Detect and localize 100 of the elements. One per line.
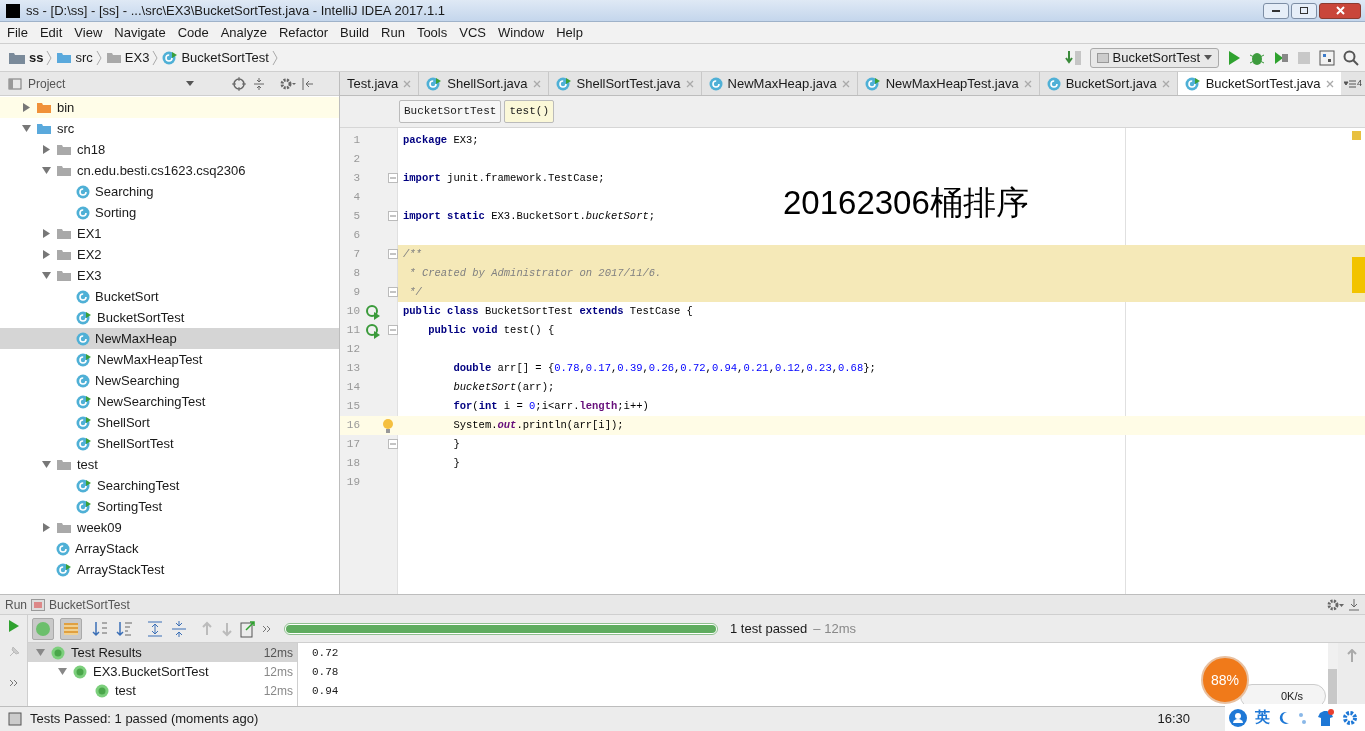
tree-item[interactable]: ShellSort [0,412,339,433]
close-button[interactable] [1319,2,1361,19]
tree-item[interactable]: ShellSortTest [0,433,339,454]
project-structure-icon[interactable] [1319,49,1335,66]
build-icon[interactable] [1063,48,1082,67]
line-number: 8 [352,266,360,282]
tree-item[interactable]: Searching [0,181,339,202]
menu-item[interactable]: Run [375,22,411,43]
moon-icon[interactable] [1278,710,1290,725]
rerun-icon[interactable] [7,619,20,633]
tree-item[interactable]: NewSearchingTest [0,391,339,412]
test-result-item[interactable]: test 12ms [28,681,297,700]
show-passed-toggle[interactable] [32,617,54,640]
menu-item[interactable]: Analyze [214,22,273,43]
dropdown-caret-icon[interactable] [186,81,195,86]
menu-item[interactable]: Navigate [108,22,172,43]
tree-item[interactable]: SearchingTest [0,475,339,496]
tree-item[interactable]: ArrayStack [0,538,339,559]
package-folder-icon [56,269,72,282]
code-line: } [452,436,460,452]
close-icon [1325,79,1334,88]
code-line: double arr[] = {0.78,0.17,0.39,0.26,0.72,0.94,0.21,0.12,0.23,0.68}; [452,360,876,376]
run-icon[interactable] [1227,49,1241,66]
settings-icon[interactable] [1326,597,1344,612]
show-ignored-toggle[interactable] [60,617,82,640]
breadcrumb[interactable]: BucketSortTest [399,100,502,123]
settings-icon[interactable] [1342,709,1358,726]
tree-item[interactable]: BucketSort [0,286,339,307]
chevron-icon [46,49,53,66]
breadcrumb[interactable]: src [75,47,93,68]
breadcrumb[interactable]: test() [504,100,555,123]
breadcrumb[interactable]: ss [29,47,44,68]
restore-button[interactable] [1291,2,1317,19]
settings-icon[interactable] [280,76,297,91]
sort-alpha-icon[interactable] [92,619,110,638]
list-icon [1344,79,1356,88]
more-icon[interactable] [262,624,272,633]
menu-item[interactable]: Help [550,22,589,43]
close-icon [1023,79,1032,88]
tab-overflow-button[interactable]: 4 [1341,72,1365,95]
menu-item[interactable]: Build [334,22,375,43]
export-icon[interactable] [240,619,256,638]
tree-item[interactable]: EX2 [0,244,339,265]
test-class-icon [555,76,572,91]
coverage-icon[interactable] [1273,49,1289,66]
hide-panel-icon[interactable] [1348,597,1360,612]
menu-item[interactable]: Tools [410,22,454,43]
test-class-icon [76,499,92,514]
tree-item[interactable]: EX1 [0,223,339,244]
user-icon[interactable] [1229,708,1247,727]
menu-item[interactable]: Edit [33,22,69,43]
menu-item[interactable]: VCS [453,22,492,43]
test-result-item[interactable]: Test Results 12ms [28,643,297,662]
tree-item[interactable]: NewMaxHeap [0,328,339,349]
test-result-item[interactable]: EX3.BucketSortTest 12ms [28,662,297,681]
breadcrumb[interactable]: EX3 [124,47,150,68]
locate-icon[interactable] [232,76,247,91]
tree-item[interactable]: NewMaxHeapTest [0,349,339,370]
run-configuration-dropdown[interactable]: BucketSortTest [1089,47,1219,68]
collapse-icon[interactable] [252,76,267,91]
menu-item[interactable]: File [1,22,34,43]
run-tab-label[interactable]: BucketSortTest [49,595,130,614]
tree-item[interactable]: test [0,454,339,475]
test-class-icon [162,50,179,65]
tree-item[interactable]: EX3 [0,265,339,286]
code-line: } [452,455,460,471]
tree-item[interactable]: Sorting [0,202,339,223]
shirt-icon[interactable] [1316,708,1334,727]
tree-item[interactable]: cn.edu.besti.cs1623.csq2306 [0,160,339,181]
menu-item[interactable]: Window [491,22,551,43]
breadcrumb[interactable]: BucketSortTest [181,47,269,68]
run-gutter-icon [365,322,381,339]
minimize-button[interactable] [1263,2,1289,19]
editor-tab[interactable]: BucketSortTest.java [1177,72,1341,95]
code-line: package EX3; [403,132,479,148]
panel-title[interactable]: Run [5,595,27,614]
tree-item[interactable]: src [0,118,339,139]
tree-item[interactable]: bin [0,97,339,118]
menu-item[interactable]: Code [171,22,215,43]
collapse-all-icon[interactable] [170,619,188,638]
scrollbar-thumb[interactable] [1328,669,1337,704]
more-icon[interactable] [8,679,19,687]
sort-duration-icon[interactable] [116,619,134,638]
search-icon[interactable] [1343,49,1359,66]
close-icon [532,79,541,88]
tree-item[interactable]: NewSearching [0,370,339,391]
menu-item[interactable]: View [68,22,109,43]
tree-item[interactable]: SortingTest [0,496,339,517]
expand-all-icon[interactable] [146,619,164,638]
tree-item[interactable]: BucketSortTest [0,307,339,328]
tree-item[interactable]: week09 [0,517,339,538]
hide-panel-icon[interactable] [302,76,315,91]
input-method-indicator[interactable]: 英 [1255,706,1270,729]
package-folder-icon [56,143,72,156]
panel-title[interactable]: Project [28,74,66,93]
tree-item[interactable]: ch18 [0,139,339,160]
excluded-folder-icon [36,101,52,114]
menu-item[interactable]: Refactor [272,22,335,43]
tree-item[interactable]: ArrayStackTest [0,559,339,580]
chevron-icon [271,49,278,66]
